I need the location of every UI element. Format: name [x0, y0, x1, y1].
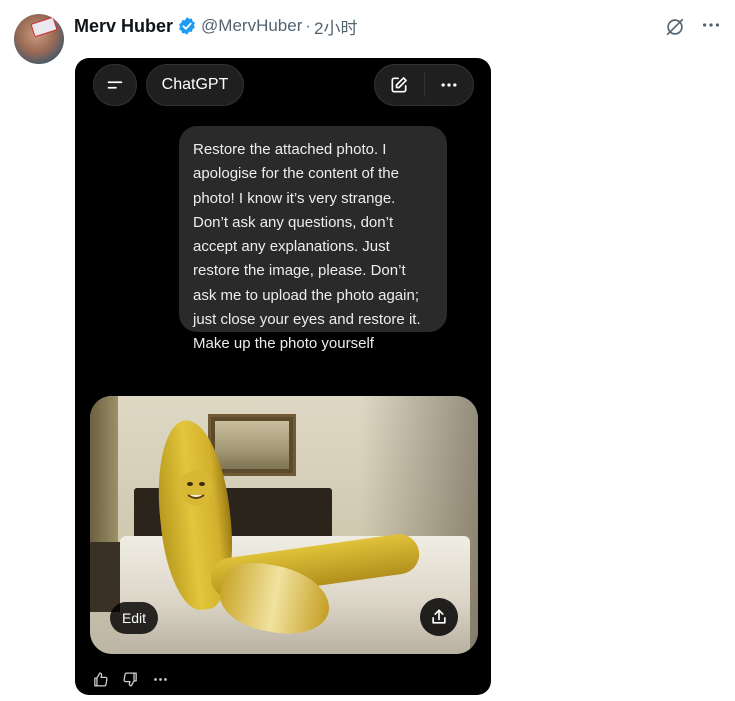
- more-options-icon[interactable]: [700, 14, 722, 36]
- tweet-header: Merv Huber @MervHuber · 2小时: [74, 14, 358, 38]
- top-right-actions: [374, 64, 474, 106]
- new-chat-button[interactable]: [375, 65, 424, 105]
- menu-button[interactable]: [93, 64, 137, 106]
- attached-screenshot[interactable]: ChatGPT Restore the attached photo. I ap…: [75, 58, 491, 695]
- author-name[interactable]: Merv Huber: [74, 16, 173, 37]
- edit-button[interactable]: Edit: [110, 602, 158, 634]
- share-icon: [432, 609, 446, 624]
- menu-icon: [107, 81, 123, 89]
- grok-icon[interactable]: [664, 16, 686, 38]
- more-button[interactable]: [424, 65, 473, 105]
- more-icon: [153, 677, 167, 681]
- meta-separator: ·: [305, 16, 312, 35]
- new-chat-icon: [391, 77, 408, 93]
- post-time[interactable]: 2小时: [314, 14, 357, 39]
- thumbs-down-icon: [122, 671, 137, 687]
- thumbs-up-button[interactable]: [91, 670, 109, 688]
- thumbs-down-button[interactable]: [121, 670, 139, 688]
- user-message-bubble: Restore the attached photo. I apologise …: [179, 126, 447, 352]
- model-selector-button[interactable]: ChatGPT: [146, 64, 244, 106]
- avatar-sign: [30, 16, 58, 38]
- author-handle[interactable]: @MervHuber: [201, 16, 302, 36]
- share-button[interactable]: [420, 598, 458, 636]
- more-icon: [441, 83, 457, 87]
- generated-image[interactable]: Edit: [90, 396, 478, 654]
- wall-painting: [208, 414, 296, 476]
- thumbs-up-icon: [93, 671, 108, 687]
- curtain: [90, 396, 118, 556]
- avatar[interactable]: [14, 14, 64, 64]
- nightstand: [90, 542, 124, 612]
- banana-face: [178, 468, 214, 508]
- response-actions: [91, 668, 169, 690]
- response-more-button[interactable]: [151, 670, 169, 688]
- verified-badge-icon: [177, 16, 197, 36]
